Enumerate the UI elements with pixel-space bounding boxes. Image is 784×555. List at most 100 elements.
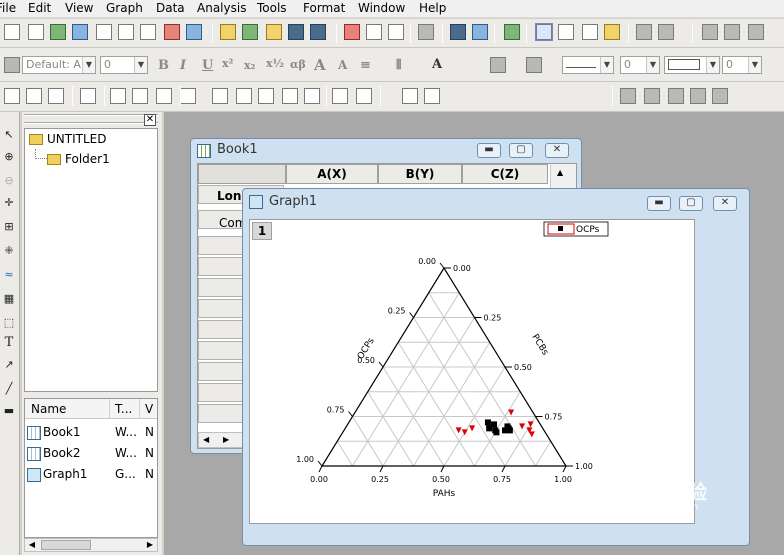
copy-icon[interactable] [724,24,740,40]
close-icon[interactable]: ✕ [144,114,156,126]
new-matrix-icon[interactable] [96,24,112,40]
list-item[interactable]: Book2 W... N [27,446,157,461]
data-list-icon[interactable] [332,88,348,104]
refresh-icon[interactable] [450,24,466,40]
open-icon[interactable] [220,24,236,40]
italic-button[interactable]: I [180,58,186,73]
new-layer-icon[interactable] [658,24,674,40]
scroll-up-icon[interactable]: ▲ [557,168,563,177]
paste-icon[interactable] [748,24,764,40]
grid-table-icon[interactable] [424,88,440,104]
maximize-button[interactable]: ▢ [679,196,703,211]
axis-box-icon[interactable] [212,88,228,104]
cut-icon[interactable] [702,24,718,40]
menu-format[interactable]: Format [303,1,345,15]
new-note-icon[interactable] [164,24,180,40]
arrow-head-icon[interactable] [668,88,684,104]
greek-button[interactable]: αβ [290,58,306,71]
line-size-combo[interactable]: 0 ▼ [620,56,660,74]
minimize-button[interactable]: ▬ [647,196,671,211]
tree-folder1[interactable]: Folder1 [47,152,110,166]
fill-color-icon[interactable] [490,57,506,73]
column-header[interactable]: C(Z) [462,164,548,184]
decrease-font-button[interactable]: A [338,58,347,72]
menu-data[interactable]: Data [156,1,185,15]
rectangle-tool-icon[interactable]: ▬ [2,404,16,418]
column-header[interactable]: B(Y) [378,164,462,184]
prev-sheet-icon[interactable]: ◀ [203,435,209,444]
maximize-button[interactable]: ▢ [509,143,533,158]
rescale-icon[interactable] [80,88,96,104]
paint-icon[interactable] [620,88,636,104]
open-template-icon[interactable] [266,24,282,40]
hatch-icon[interactable] [644,88,660,104]
line-tool-icon[interactable]: ╱ [2,382,16,396]
menu-window[interactable]: Window [358,1,405,15]
zoom-out-icon[interactable]: ⊖ [2,174,16,188]
list-item[interactable]: Graph1 G... N [27,467,157,482]
subscript-button[interactable]: x₂ [244,59,255,72]
tree-root[interactable]: UNTITLED [29,132,106,146]
font-size-combo[interactable]: 0 ▼ [100,56,148,74]
axis-top-icon[interactable] [236,88,252,104]
data-selector-icon[interactable]: ⁜ [2,244,16,258]
pin-icon[interactable] [690,88,706,104]
zoom-out-icon[interactable] [26,88,42,104]
bold-button[interactable]: B [158,58,169,73]
corner-cell[interactable] [198,164,286,184]
font-icon[interactable] [4,57,20,73]
layer-2-icon[interactable] [110,88,126,104]
supersub-button[interactable]: x½ [266,57,284,70]
screen-reader-icon[interactable]: ✛ [2,196,16,210]
new-excel-icon[interactable] [50,24,66,40]
align-icon[interactable]: ≡ [360,58,371,73]
code-builder-icon[interactable] [604,24,620,40]
draw-data-icon[interactable]: ≈ [2,268,16,282]
menu-tools[interactable]: Tools [257,1,287,15]
list-item[interactable]: Book1 W... N [27,425,157,440]
zoom-in-icon[interactable] [4,88,20,104]
zoom-in-icon[interactable]: ⊕ [2,150,16,164]
explorer-grip[interactable] [24,114,158,124]
next-sheet-icon[interactable]: ▶ [223,435,229,444]
menu-view[interactable]: View [65,1,93,15]
arrow-tool-icon[interactable]: ↗ [2,358,16,372]
new-function-icon[interactable] [118,24,134,40]
timer-icon[interactable] [402,88,418,104]
whole-page-icon[interactable] [48,88,64,104]
new-workbook-icon[interactable] [28,24,44,40]
close-button[interactable]: ✕ [545,143,569,158]
project-explorer-icon[interactable] [504,24,520,40]
region-icon[interactable]: ⬚ [2,316,16,330]
command-window-icon[interactable] [582,24,598,40]
line-color-icon[interactable] [526,57,542,73]
scroll-right-icon[interactable]: ▶ [143,539,157,551]
open-template-icon[interactable] [186,24,202,40]
underline-button[interactable]: U [202,58,213,73]
menu-file[interactable]: File [0,1,16,15]
mask-icon[interactable]: ▦ [2,292,16,306]
print-icon[interactable] [418,24,434,40]
text-tool-icon[interactable]: T [2,336,16,350]
layer-9-icon[interactable] [156,88,172,104]
add-column-icon[interactable] [636,24,652,40]
column-view-header[interactable]: V [145,402,153,416]
font-name-combo[interactable]: Default: A ▼ [22,56,96,74]
save-template-icon[interactable] [310,24,326,40]
fill-pattern-combo[interactable]: ▼ [664,56,720,74]
axis-frame-icon[interactable] [258,88,274,104]
line-style-combo[interactable]: ▼ [562,56,614,74]
column-name-header[interactable]: Name [31,402,66,416]
new-graph-icon[interactable] [72,24,88,40]
minimize-button[interactable]: ▬ [477,143,501,158]
layer-n-icon[interactable] [180,88,196,104]
close-button[interactable]: ✕ [713,196,737,211]
column-icon[interactable]: ⫴ [396,58,401,73]
axis-l-icon[interactable] [282,88,298,104]
column-header[interactable]: A(X) [286,164,378,184]
import-multiple-icon[interactable] [366,24,382,40]
pointer-icon[interactable]: ↖ [2,128,16,142]
results-log-icon[interactable] [535,23,553,41]
layer-4-icon[interactable] [132,88,148,104]
scroll-thumb[interactable] [41,540,91,550]
